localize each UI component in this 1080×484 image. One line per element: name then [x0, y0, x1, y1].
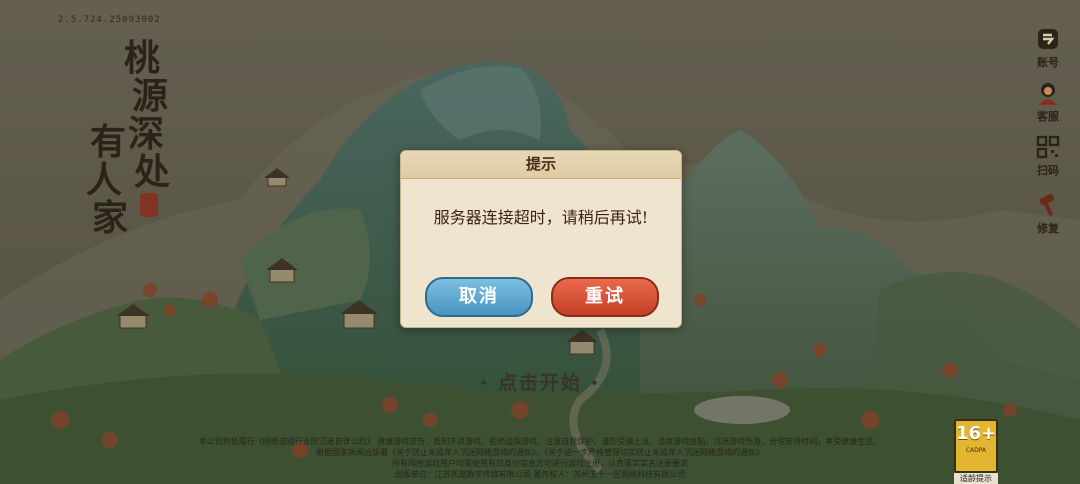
logo-char: 桃 — [124, 37, 161, 79]
tap-to-start[interactable]: • 点击开始 • — [0, 368, 1080, 395]
retry-button[interactable]: 重试 — [551, 277, 659, 317]
publisher-notice-line: 出版单位：江苏凤凰数字传媒有限公司 著作权人：苏州五十一区网络科技有限公司 — [394, 470, 686, 479]
repair-button[interactable]: 修复 — [1024, 192, 1072, 236]
qr-code-icon — [1036, 135, 1060, 159]
logo-char: 源 — [132, 75, 169, 117]
age-rating-number: 16+ — [956, 423, 997, 444]
health-notice-line: 本公司积极履行《网络游戏行业防沉迷自律公约》 健康游戏忠告：抵制不良游戏，拒绝盗… — [198, 437, 882, 446]
repair-hammer-icon — [1039, 194, 1054, 216]
customer-service-icon — [1039, 83, 1057, 105]
repair-label: 修复 — [1037, 222, 1059, 235]
logo-char: 人 — [86, 159, 123, 201]
logo-char: 家 — [92, 197, 129, 239]
health-notice-line: 根据国家新闻出版署《关于防止未成年人沉迷网络游戏的通知》、《关于进一步严格管理切… — [316, 448, 764, 457]
customer-service-button[interactable]: 客服 — [1024, 80, 1072, 124]
account-button[interactable]: 账号 — [1024, 26, 1072, 70]
game-logo: 桃 源 深 处 有 人 家 — [82, 36, 182, 241]
dialog-title: 提示 — [401, 151, 681, 179]
logo-char: 处 — [134, 151, 171, 193]
age-rating-label: 适龄提示 — [954, 473, 998, 484]
age-rating-org: CADPA — [965, 447, 987, 454]
logo-char: 有 — [90, 121, 127, 163]
start-label: 点击开始 — [497, 372, 582, 394]
scan-qr-button[interactable]: 扫码 — [1024, 134, 1072, 178]
health-notice-line: 所有网络游戏用户均需使用有效身份信息方可进行游戏注册，认真落实实名注册要求 — [392, 459, 688, 468]
logo-char: 深 — [128, 113, 165, 155]
account-icon — [1038, 29, 1058, 49]
timeout-dialog: 提示 服务器连接超时，请稍后再试! 取消 重试 — [400, 150, 682, 328]
logo-seal — [140, 193, 158, 217]
version-label: 2.5.724.25093002 — [58, 15, 161, 25]
cancel-button[interactable]: 取消 — [425, 277, 533, 317]
age-rating-badge[interactable]: 16+ CADPA 适龄提示 — [954, 419, 998, 484]
dialog-message: 服务器连接超时，请稍后再试! — [433, 208, 649, 227]
account-label: 账号 — [1037, 56, 1059, 69]
scan-qr-label: 扫码 — [1037, 164, 1059, 177]
start-dot-left: • — [479, 376, 490, 391]
customer-service-label: 客服 — [1037, 110, 1059, 123]
start-dot-right: • — [590, 376, 601, 391]
